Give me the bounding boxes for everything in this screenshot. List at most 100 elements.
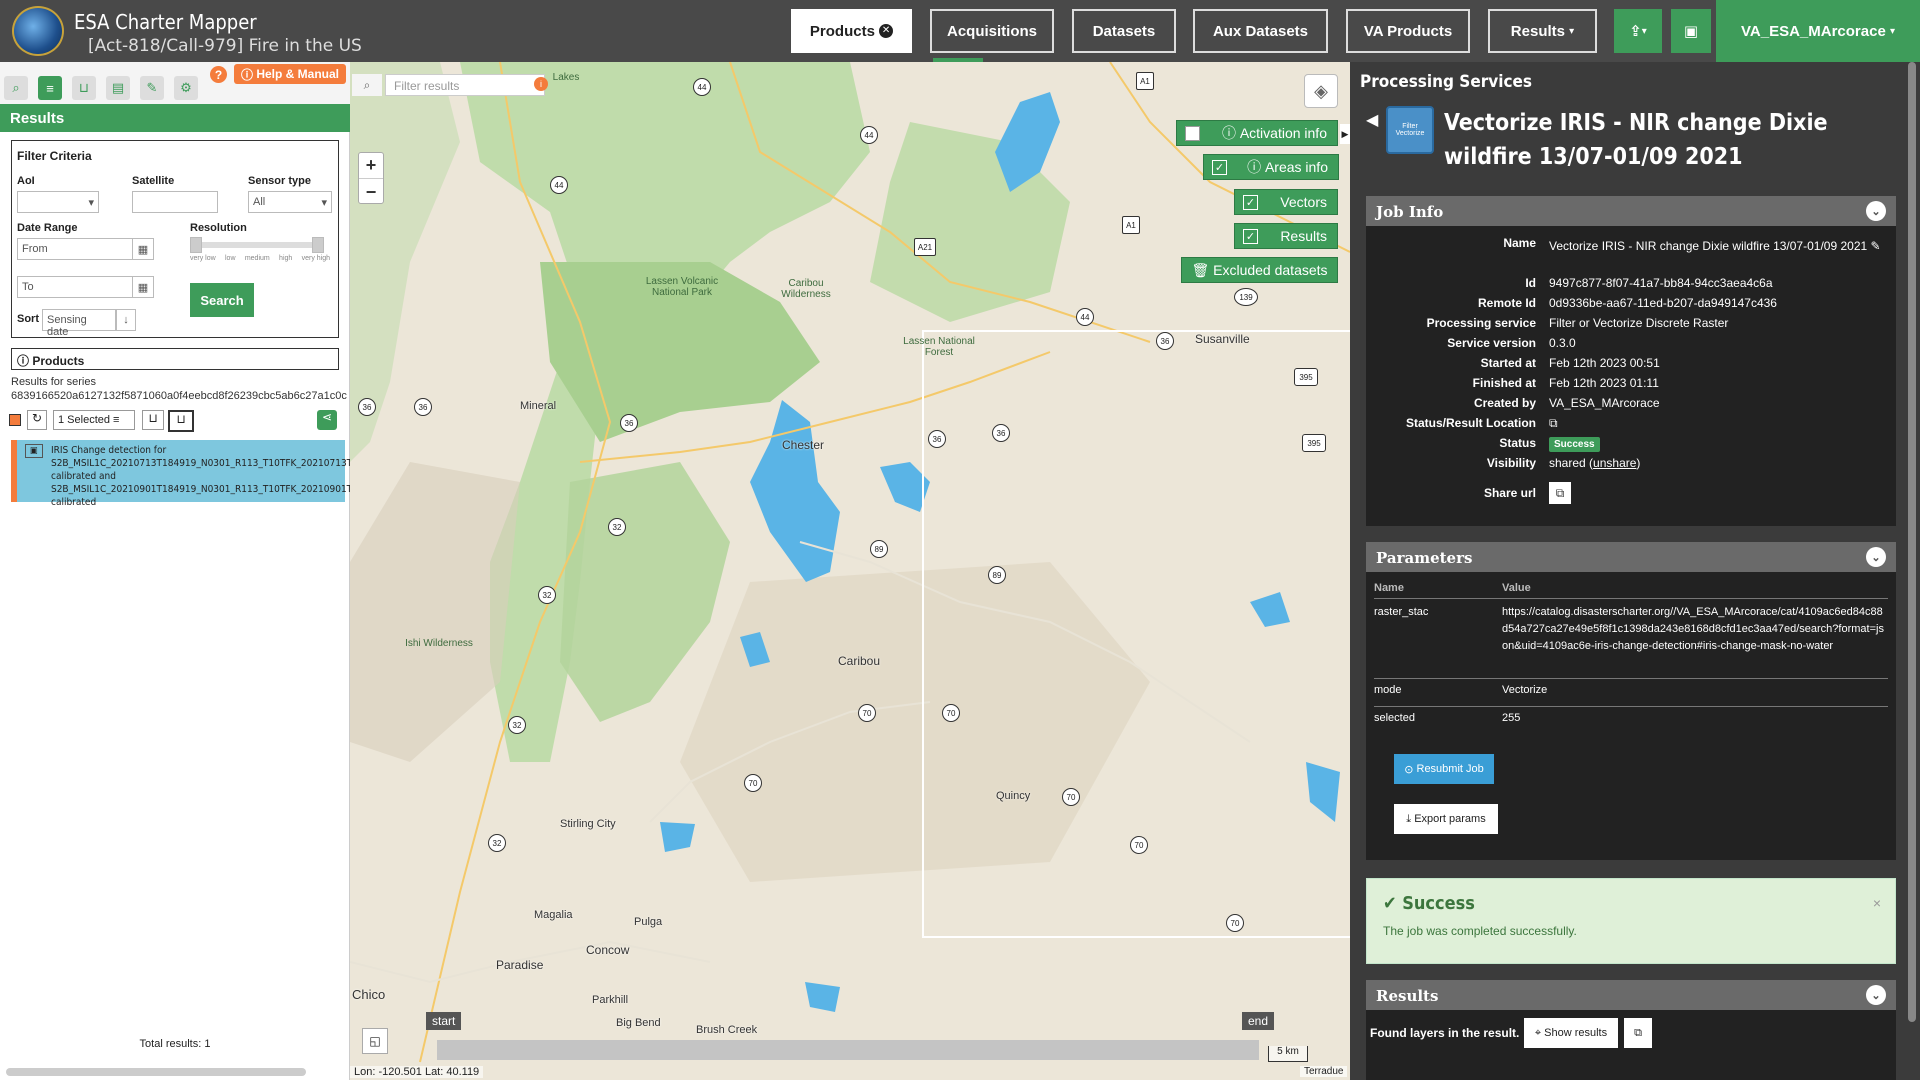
chevron-down-icon[interactable]: ⌄ [1866, 201, 1886, 221]
info-key: Started at [1480, 356, 1536, 370]
nav-aux-datasets[interactable]: Aux Datasets [1193, 9, 1328, 53]
info-value: 9497c877-8f07-41a7-bb84-94cc3aea4c6a [1549, 276, 1773, 290]
unshare-link[interactable]: unshare [1593, 456, 1636, 470]
info-value: Vectorize IRIS - NIR change Dixie wildfi… [1549, 239, 1881, 253]
trash-icon: 🗑 [1191, 261, 1214, 278]
help-manual-button[interactable]: ⓘ Help & Manual [234, 64, 346, 84]
nav-acquisitions[interactable]: Acquisitions [930, 9, 1054, 53]
time-slider[interactable] [437, 1040, 1259, 1060]
results-layer-button[interactable]: ✓ Results [1234, 223, 1338, 249]
road-shield: 70 [858, 704, 876, 722]
info-icon[interactable]: i [534, 77, 548, 91]
resolution-slider[interactable] [190, 242, 324, 248]
road-shield: 70 [1226, 914, 1244, 932]
nav-products[interactable]: Products ✕ [791, 9, 912, 53]
close-icon[interactable]: × [1873, 895, 1881, 911]
basket-add-icon[interactable]: ⊔ [142, 410, 164, 430]
show-results-button[interactable]: ⌖ Show results [1524, 1018, 1618, 1048]
checkbox[interactable]: ✓ [1212, 160, 1227, 175]
vectors-button[interactable]: ✓ Vectors [1234, 189, 1338, 215]
gear-icon[interactable]: ⚙ [174, 76, 198, 100]
road-shield: 395 [1294, 368, 1318, 386]
slider-handle-min[interactable] [190, 237, 202, 253]
param-name: mode [1374, 684, 1402, 696]
info-value: 0d9336be-aa67-11ed-b207-da949147c436 [1549, 296, 1777, 310]
nav-results[interactable]: Results ▾ [1488, 9, 1597, 53]
checkbox[interactable] [1185, 126, 1200, 141]
copy-icon[interactable]: ⧉ [1549, 482, 1571, 504]
nav-va-products[interactable]: VA Products [1346, 9, 1470, 53]
town-label: Mineral [520, 400, 557, 412]
upload-icon: ⇪ [1629, 23, 1642, 40]
pencil-icon[interactable]: ✎ [140, 76, 164, 100]
park-label: Lakes [552, 72, 580, 83]
horizontal-scrollbar[interactable] [6, 1068, 306, 1076]
excluded-datasets-button[interactable]: 🗑 Excluded datasets [1181, 257, 1338, 283]
pencil-icon[interactable]: ✎ [1871, 239, 1881, 253]
resubmit-job-button[interactable]: ⊙ Resubmit Job [1394, 754, 1494, 784]
selected-dropdown[interactable]: 1 Selected ≡ [53, 410, 135, 430]
checkbox[interactable]: ✓ [1243, 195, 1258, 210]
map-filter-input[interactable]: Filter results [385, 74, 545, 96]
satellite-input[interactable] [132, 191, 218, 213]
search-icon[interactable]: ⌕ [4, 76, 28, 100]
road-shield: 139 [1234, 288, 1258, 306]
town-label: Brush Creek [696, 1024, 758, 1036]
info-key: Created by [1473, 396, 1536, 410]
refresh-icon[interactable]: ↻ [27, 410, 47, 430]
basket-remove-icon[interactable]: ⊔ [168, 410, 194, 432]
activation-info-button[interactable]: ⓘ Activation info [1176, 120, 1338, 146]
upload-menu[interactable]: ⇪ ▾ [1614, 9, 1662, 53]
layers-icon[interactable]: ◈ [1304, 74, 1338, 108]
aoi-select[interactable]: ▾ [17, 191, 99, 213]
export-params-button[interactable]: ⤓ Export params [1394, 804, 1498, 834]
archive-icon[interactable]: ▤ [106, 76, 130, 100]
esa-charter-logo [12, 6, 64, 56]
date-from-input[interactable]: From [17, 238, 133, 260]
external-link-icon[interactable]: ⧉ [1549, 416, 1558, 431]
areas-info-button[interactable]: ✓ ⓘ Areas info [1203, 154, 1339, 180]
nav-datasets[interactable]: Datasets [1072, 9, 1176, 53]
left-toolbar: ⌕ ≡ ⊔ ▤ ✎ ⚙ ? ⓘ Help & Manual [0, 62, 350, 106]
collapse-map-buttons[interactable]: ▶ [1340, 124, 1350, 144]
calendar-icon[interactable]: ▦ [132, 238, 154, 260]
map-view[interactable]: Chester Caribou Susanville Mineral Quinc… [350, 62, 1350, 1080]
search-button[interactable]: Search [190, 283, 254, 317]
search-icon[interactable]: ⌕ [352, 74, 382, 96]
sort-direction-icon[interactable]: ↓ [116, 309, 136, 331]
success-title: ✔ Success [1383, 893, 1475, 914]
copy-icon[interactable]: ⧉ [1624, 1018, 1652, 1048]
share-icon[interactable]: ⋖ [317, 410, 337, 430]
right-panel-scrollbar[interactable] [1908, 62, 1916, 1022]
fullscreen-icon[interactable]: ◱ [362, 1028, 388, 1054]
back-icon[interactable]: ◀ [1366, 110, 1378, 130]
list-item[interactable]: ▣ IRIS Change detection for S2B_MSIL1C_2… [11, 440, 390, 508]
briefcase-button[interactable]: ▣ [1671, 9, 1711, 53]
slider-handle-max[interactable] [312, 237, 324, 253]
results-section-header[interactable]: Results ⌄ [1366, 980, 1896, 1010]
list-icon[interactable]: ≡ [38, 76, 62, 100]
date-to-input[interactable]: To [17, 276, 133, 298]
chevron-down-icon[interactable]: ⌄ [1866, 547, 1886, 567]
help-icon[interactable]: ? [210, 66, 227, 83]
zoom-in-button[interactable]: + [359, 153, 383, 179]
res-tick: very low [190, 255, 216, 262]
products-header: ⓘ Products [11, 348, 339, 370]
info-value: 0.3.0 [1549, 336, 1576, 350]
checkbox[interactable]: ✓ [1243, 229, 1258, 244]
close-icon[interactable]: ✕ [879, 24, 894, 38]
sensor-select[interactable]: All ▾ [248, 191, 332, 213]
road-shield: 44 [550, 176, 568, 194]
user-menu[interactable]: VA_ESA_MArcorace ▾ [1716, 0, 1920, 62]
info-key: Id [1525, 276, 1536, 290]
select-all-checkbox[interactable] [9, 414, 21, 426]
sort-select[interactable]: Sensing date [42, 309, 116, 338]
chevron-down-icon[interactable]: ⌄ [1866, 985, 1886, 1005]
calendar-icon[interactable]: ▦ [132, 276, 154, 298]
download-icon: ⤓ [1406, 812, 1415, 825]
zoom-out-button[interactable]: − [359, 179, 383, 205]
basket-icon[interactable]: ⊔ [72, 76, 96, 100]
road-shield: 70 [942, 704, 960, 722]
parameters-header[interactable]: Parameters ⌄ [1366, 542, 1896, 572]
job-info-header[interactable]: Job Info ⌄ [1366, 196, 1896, 226]
